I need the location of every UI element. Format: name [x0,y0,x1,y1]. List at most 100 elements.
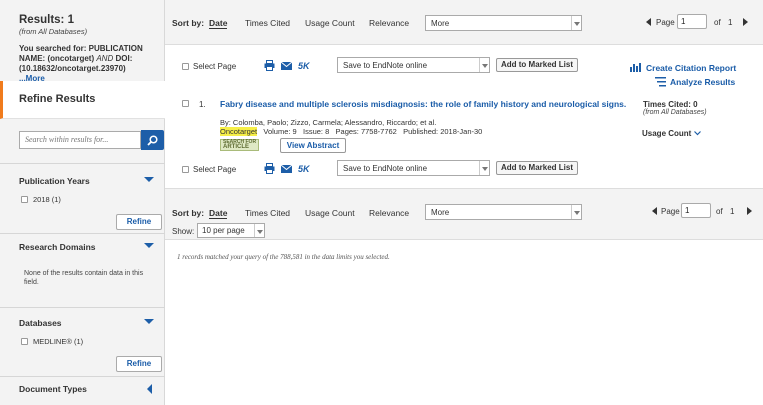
per-page-select[interactable]: 10 per page [197,223,265,238]
matched-records-message: 1 records matched your query of the 788,… [177,253,390,261]
add-to-marked-list-button-bottom[interactable]: Add to Marked List [496,161,578,175]
select-page-checkbox[interactable] [182,63,189,70]
checkbox[interactable] [21,196,28,203]
sort-more-select-bottom[interactable]: More [425,204,582,220]
divider [0,163,165,164]
refine-results-title: Refine Results [19,93,96,105]
search-within-input[interactable]: Search within results for... [19,131,141,149]
results-from: (from All Databases) [19,27,88,36]
sort-more-value: More [431,19,450,28]
search-within-button[interactable] [141,130,164,150]
analyze-icon[interactable] [655,77,666,87]
sort-bar-top: Sort by: Date Times Cited Usage Count Re… [165,0,763,45]
email-icon[interactable] [281,165,292,173]
facet-document-types-title[interactable]: Document Types [19,384,87,394]
chevron-down-icon[interactable] [144,319,154,324]
view-abstract-button[interactable]: View Abstract [280,138,346,153]
select-page-label: Select Page [193,62,237,71]
record-authors: By: Colomba, Paolo; Zizzo, Carmela; Ales… [220,118,437,127]
facet-databases-title[interactable]: Databases [19,318,62,328]
chevron-down-icon [693,131,701,136]
save-to-endnote-value: Save to EndNote online [343,61,428,70]
record-volume: Volume: 9 [263,127,297,136]
sidebar: Results: 1 (from All Databases) You sear… [0,0,165,405]
sort-option-usage-count-bottom[interactable]: Usage Count [305,208,355,218]
dropdown-arrow-icon [571,16,581,30]
results-main: Sort by: Date Times Cited Usage Count Re… [165,0,763,405]
chevron-left-icon[interactable] [147,384,152,394]
add-to-marked-list-button[interactable]: Add to Marked List [496,58,578,72]
divider [0,233,165,234]
page-number-input[interactable]: 1 [677,14,707,29]
save-to-endnote-select[interactable]: Save to EndNote online [337,57,490,73]
sort-option-date-bottom[interactable]: Date [209,208,228,219]
per-page-value: 10 per page [202,226,245,235]
sort-option-times-cited[interactable]: Times Cited [245,18,290,28]
dropdown-arrow-icon [479,161,489,175]
usage-count-toggle[interactable]: Usage Count [642,129,701,138]
analyze-results-link[interactable]: Analyze Results [670,77,735,87]
facet-option-medline[interactable]: MEDLINE® (1) [21,337,83,346]
select-page-checkbox-bottom[interactable] [182,166,189,173]
next-page-icon[interactable] [743,18,748,26]
sort-option-usage-count[interactable]: Usage Count [305,18,355,28]
sort-option-times-cited-bottom[interactable]: Times Cited [245,208,290,218]
pager-page-label-bottom: Page [661,207,680,216]
record-title-link[interactable]: Fabry disease and multiple sclerosis mis… [220,99,626,109]
results-count: Results: 1 [19,14,74,26]
sort-more-value: More [431,208,450,217]
record-published: Published: 2018-Jan-30 [403,127,483,136]
dropdown-arrow-icon [571,205,581,219]
bar-chart-icon[interactable] [630,63,641,72]
search-summary: Results: 1 (from All Databases) You sear… [0,0,164,83]
divider [0,376,165,377]
export-5k-link-bottom[interactable]: 5K [298,164,310,174]
dropdown-arrow-icon [254,224,264,237]
facet-option-label: MEDLINE® (1) [33,337,84,346]
facet-option-label: 2018 (1) [33,195,61,204]
facet-publication-years-title[interactable]: Publication Years [19,176,90,186]
pager-page-label: Page [656,18,675,27]
record-checkbox[interactable] [182,100,189,107]
chevron-down-icon[interactable] [144,243,154,248]
sort-option-relevance[interactable]: Relevance [369,18,409,28]
next-page-icon[interactable] [747,207,752,215]
prev-page-icon[interactable] [646,18,651,26]
prev-page-icon[interactable] [652,207,657,215]
record-source: Oncotarget Volume: 9 Issue: 8 Pages: 775… [220,127,482,136]
print-icon[interactable] [264,60,275,71]
sort-more-select[interactable]: More [425,15,582,31]
pager-of-label-bottom: of [716,207,723,216]
refine-results-header: Refine Results [0,81,165,119]
record-journal: Oncotarget [220,127,258,136]
checkbox[interactable] [21,338,28,345]
save-to-endnote-select-bottom[interactable]: Save to EndNote online [337,160,490,176]
create-citation-report-link[interactable]: Create Citation Report [646,63,736,73]
divider [0,307,165,308]
sort-option-date[interactable]: Date [209,18,228,29]
export-5k-link[interactable]: 5K [298,61,310,71]
badge-line-2: ARTICLE [223,144,249,150]
times-cited-from: (from All Databases) [643,109,707,116]
page-number-input-bottom[interactable]: 1 [681,203,711,218]
facet-option-2018[interactable]: 2018 (1) [21,195,61,204]
search-icon [147,135,158,146]
search-query-and: AND [96,54,114,63]
select-page-label-bottom: Select Page [193,165,237,174]
refine-button-years[interactable]: Refine [116,214,162,230]
pager-total-bottom: 1 [730,207,735,216]
sort-label: Sort by: [172,18,205,28]
pager-of-label: of [714,18,721,27]
chevron-down-icon[interactable] [144,177,154,182]
facet-research-domains-title[interactable]: Research Domains [19,242,96,252]
usage-count-label: Usage Count [642,129,692,138]
dropdown-arrow-icon [479,58,489,72]
print-icon[interactable] [264,163,275,174]
refine-button-databases[interactable]: Refine [116,356,162,372]
sort-option-relevance-bottom[interactable]: Relevance [369,208,409,218]
email-icon[interactable] [281,62,292,70]
search-for-article-badge[interactable]: SEARCH FOR ARTICLE [220,139,260,151]
times-cited: Times Cited: 0 [643,100,698,109]
record-number: 1. [199,100,206,109]
sort-label-bottom: Sort by: [172,208,205,218]
